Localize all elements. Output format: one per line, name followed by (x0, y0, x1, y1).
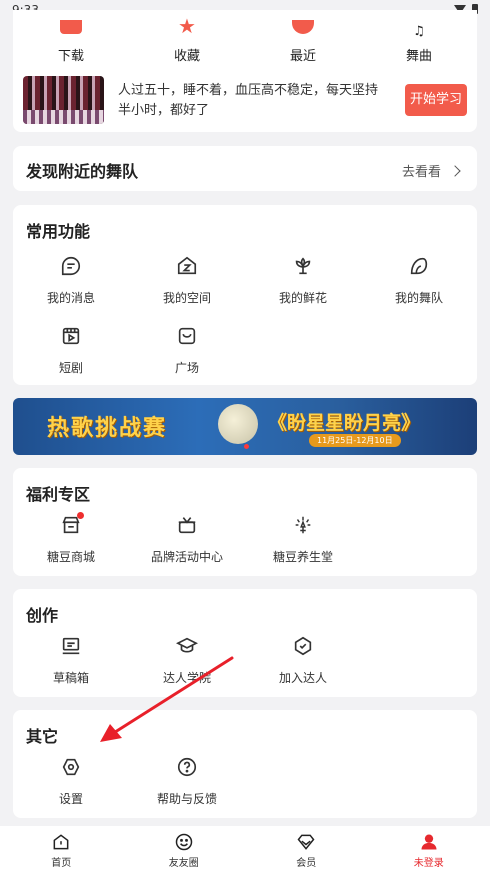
nav-friends-circle-label: 友友圈 (168, 858, 199, 869)
quick-favorites-label: 收藏 (173, 49, 200, 64)
banner-page-indicator (244, 444, 249, 449)
nav-not-logged-in[interactable]: 未登录 (368, 826, 490, 872)
download-icon (60, 20, 82, 34)
short-drama-icon (60, 325, 82, 347)
moon-graphic (218, 404, 258, 444)
bottom-nav: 首页 友友圈 会员 未登录 (0, 826, 490, 872)
nav-membership[interactable]: 会员 (245, 826, 368, 872)
welfare-card: 福利专区 糖豆商城 品牌活动中心 糖豆养生堂 (13, 468, 477, 576)
tangdou-mall[interactable]: 糖豆商城 (13, 512, 129, 584)
settings-icon (60, 756, 82, 778)
my-flowers[interactable]: 我的鲜花 (245, 255, 361, 325)
promo-banner[interactable]: 热歌挑战赛 《盼星星盼月亮》 11月25日-12月10日 (13, 398, 477, 455)
tangdou-wellness-label: 糖豆养生堂 (272, 550, 333, 564)
quick-download-label: 下载 (57, 49, 84, 64)
message-icon (60, 255, 82, 277)
welfare-title: 福利专区 (26, 485, 91, 504)
join-experts[interactable]: 加入达人 (245, 635, 361, 705)
quick-dance-music[interactable]: ♫ 舞曲 (361, 10, 477, 70)
plaza-label: 广场 (174, 361, 199, 375)
my-space[interactable]: 我的空间 (129, 255, 245, 325)
promo-thumbnail[interactable] (23, 76, 104, 124)
short-drama[interactable]: 短剧 (13, 325, 129, 395)
my-dance-team-label: 我的舞队 (394, 291, 443, 305)
graduation-cap-icon (175, 635, 199, 657)
nearby-teams-row[interactable]: 发现附近的舞队 去看看 (13, 146, 477, 191)
help-feedback-label: 帮助与反馈 (156, 792, 217, 806)
square-icon (176, 325, 198, 347)
nav-membership-label: 会员 (296, 858, 317, 869)
plaza[interactable]: 广场 (129, 325, 245, 395)
space-icon (176, 255, 198, 277)
join-experts-label: 加入达人 (278, 671, 327, 685)
nav-home-label: 首页 (51, 858, 72, 869)
drafts[interactable]: 草稿箱 (13, 635, 129, 705)
other-card: 其它 设置 帮助与反馈 (13, 710, 477, 818)
smile-icon (174, 832, 194, 852)
user-icon (419, 832, 439, 852)
create-title: 创作 (26, 606, 59, 625)
my-dance-team[interactable]: 我的舞队 (361, 255, 477, 325)
start-learning-button[interactable]: 开始学习 (405, 84, 467, 116)
diamond-icon (296, 832, 316, 852)
chevron-right-icon (449, 164, 461, 177)
nav-friends-circle[interactable]: 友友圈 (123, 826, 246, 872)
quick-favorites[interactable]: ★ 收藏 (129, 10, 245, 70)
promo-text: 人过五十，睡不着，血压高不稳定，每天坚持半小时，都好了 (118, 83, 379, 118)
nearby-teams-title: 发现附近的舞队 (26, 162, 139, 181)
banner-right-text: 《盼星星盼月亮》 (268, 412, 421, 434)
shop-icon (60, 512, 84, 536)
help-feedback[interactable]: 帮助与反馈 (129, 756, 245, 826)
music-note-icon: ♫ (413, 24, 425, 39)
notification-dot (77, 512, 84, 519)
quick-recent[interactable]: 最近 (245, 10, 361, 70)
home-icon (51, 832, 71, 852)
team-icon (408, 255, 430, 277)
gift-icon (176, 514, 198, 536)
common-functions-title: 常用功能 (26, 222, 91, 241)
banner-date: 11月25日-12月10日 (309, 434, 401, 447)
quick-access-card: 下载 ★ 收藏 最近 ♫ 舞曲 人过五十，睡不着，血压高不稳定，每天坚持半小时，… (13, 10, 477, 132)
badge-icon (292, 635, 314, 657)
wellness-icon (292, 514, 314, 536)
go-see-label: 去看看 (401, 165, 441, 180)
go-see-link[interactable]: 去看看 (401, 161, 461, 180)
nav-not-logged-in-label: 未登录 (413, 858, 444, 869)
drafts-icon (60, 635, 82, 657)
quick-dance-music-label: 舞曲 (405, 49, 432, 64)
flower-icon (292, 255, 314, 277)
clock-icon (292, 20, 314, 34)
quick-recent-label: 最近 (289, 49, 316, 64)
banner-left-text: 热歌挑战赛 (47, 416, 168, 441)
expert-academy[interactable]: 达人学院 (129, 635, 245, 705)
common-functions-card: 常用功能 我的消息 我的空间 我的鲜花 我的舞队 短剧 广场 (13, 205, 477, 385)
tangdou-wellness[interactable]: 糖豆养生堂 (245, 514, 361, 584)
promo-course[interactable]: 人过五十，睡不着，血压高不稳定，每天坚持半小时，都好了 开始学习 (23, 76, 467, 124)
other-title: 其它 (26, 727, 59, 746)
create-card: 创作 草稿箱 达人学院 加入达人 (13, 589, 477, 697)
quick-download[interactable]: 下载 (13, 10, 129, 70)
settings[interactable]: 设置 (13, 756, 129, 826)
brand-activity-center[interactable]: 品牌活动中心 (129, 514, 245, 584)
my-messages[interactable]: 我的消息 (13, 255, 129, 325)
nav-home[interactable]: 首页 (0, 826, 123, 872)
help-icon (176, 756, 198, 778)
star-icon: ★ (178, 14, 196, 38)
